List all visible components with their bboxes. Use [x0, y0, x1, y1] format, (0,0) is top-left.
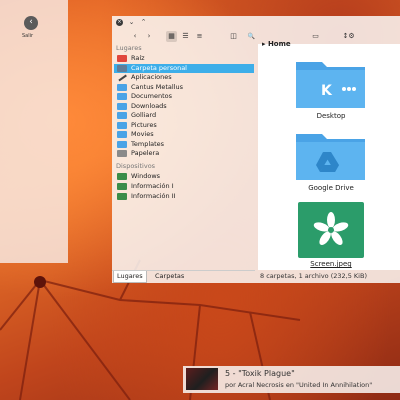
file-name: Desktop — [316, 112, 346, 120]
sidebar-item-root[interactable]: Raíz — [114, 54, 254, 63]
drive-icon — [117, 173, 127, 180]
sidebar-item-label: Papelera — [131, 149, 160, 157]
sidebar-item-pictures[interactable]: Pictures — [114, 121, 254, 130]
sidebar-item-label: Carpeta personal — [131, 63, 187, 72]
sidebar-item-label: Documentos — [131, 92, 173, 100]
tab-carpetas[interactable]: Carpetas — [152, 271, 187, 282]
sidebar-item-windows[interactable]: Windows — [114, 172, 254, 181]
icons-view-icon[interactable]: ▦ — [166, 31, 177, 42]
media-notification[interactable]: 5 - "Toxik Plague" por Acral Necrosis en… — [183, 366, 400, 393]
devices-section-title: Dispositivos — [116, 162, 156, 170]
folder-icon — [117, 131, 127, 138]
sidebar-item-templates[interactable]: Templates — [114, 140, 254, 149]
file-item-desktop[interactable]: K Desktop — [266, 58, 396, 128]
close-icon[interactable]: × — [116, 19, 123, 26]
file-name: Screen.jpeg — [310, 260, 352, 268]
album-art — [186, 368, 218, 390]
sidebar-item-informacion-i[interactable]: Información I — [114, 182, 254, 191]
file-item-google-drive[interactable]: Google Drive — [266, 130, 396, 200]
home-folder-icon — [117, 64, 127, 72]
applications-icon — [117, 74, 127, 81]
google-drive-folder-icon — [296, 134, 365, 180]
split-view-icon[interactable]: ◫ — [228, 31, 239, 42]
sidebar-tabs: Lugares Carpetas — [112, 270, 255, 283]
sidebar-item-applications[interactable]: Aplicaciones — [114, 73, 254, 82]
places-section-title: Lugares — [116, 44, 142, 52]
file-name: Google Drive — [308, 184, 354, 192]
search-icon[interactable]: 🔍 — [246, 31, 257, 42]
folder-icon — [117, 121, 127, 129]
drive-icon — [117, 183, 127, 190]
track-artist: por Acral Necrosis en "United In Annihil… — [225, 381, 373, 389]
sidebar-item-label: Golliard — [131, 111, 157, 119]
folder-icon — [117, 93, 127, 100]
compact-view-icon[interactable]: ☰ — [180, 31, 191, 42]
svg-text:K: K — [321, 83, 333, 99]
sidebar-item-home[interactable]: Carpeta personal — [114, 63, 254, 73]
minimize-icon[interactable]: ⌄ — [128, 19, 135, 26]
sidebar-item-movies[interactable]: Movies — [114, 130, 254, 139]
status-bar: 8 carpetas, 1 archivo (232,5 KiB) — [260, 272, 367, 280]
sidebar-item-label: Windows — [131, 172, 161, 180]
sidebar-item-label: Aplicaciones — [131, 73, 172, 81]
sidebar-item-label: Templates — [131, 139, 165, 148]
file-manager-window: × ⌄ ⌃ ‹ › ▦ ☰ ≡ ◫ 🔍 ▭ ↕ ⚙ Lugares Raíz C… — [112, 16, 400, 283]
trash-icon — [117, 150, 127, 157]
sidebar-item-label: Cantus Metallus — [131, 82, 184, 91]
breadcrumb-home[interactable]: Home — [268, 40, 291, 48]
root-folder-icon — [117, 55, 127, 62]
details-view-icon[interactable]: ≡ — [194, 31, 205, 42]
image-file-icon — [298, 202, 364, 258]
settings-icon[interactable]: ⚙ — [346, 31, 357, 42]
sidebar-item-label: Pictures — [131, 120, 157, 129]
sidebar-item-label: Raíz — [131, 54, 145, 62]
forward-icon[interactable]: › — [144, 31, 154, 42]
file-item-screen-jpeg[interactable]: Screen.jpeg — [266, 202, 396, 272]
sidebar-item-downloads[interactable]: Downloads — [114, 102, 254, 111]
maximize-icon[interactable]: ⌃ — [140, 19, 147, 26]
places-sidebar: Lugares Raíz Carpeta personal Aplicacion… — [112, 44, 255, 270]
kde-folder-icon: K — [296, 62, 365, 108]
folder-icon — [117, 140, 127, 148]
toolbar: ‹ › ▦ ☰ ≡ ◫ 🔍 ▭ ↕ ⚙ — [112, 30, 400, 44]
back-arrow-icon[interactable]: ‹ — [24, 16, 38, 30]
sidebar-item-golliard[interactable]: Golliard — [114, 111, 254, 120]
folder-icon — [117, 102, 127, 110]
back-icon[interactable]: ‹ — [130, 31, 140, 42]
logout-panel: ‹ Salir — [0, 0, 68, 263]
folder-icon — [117, 112, 127, 119]
sidebar-item-cantus-metallus[interactable]: Cantus Metallus — [114, 83, 254, 92]
folder-icon — [117, 83, 127, 91]
sidebar-item-label: Downloads — [131, 101, 167, 110]
drive-icon — [117, 193, 127, 200]
logout-label: Salir — [22, 33, 34, 39]
tab-lugares[interactable]: Lugares — [113, 271, 147, 283]
preview-icon[interactable]: ▭ — [310, 31, 321, 42]
sidebar-item-label: Información II — [131, 192, 176, 200]
sidebar-item-informacion-ii[interactable]: Información II — [114, 192, 254, 201]
track-title: 5 - "Toxik Plague" — [225, 369, 295, 378]
breadcrumb[interactable]: ▸ Home — [262, 40, 291, 48]
file-view: ▸ Home K Desktop Google Drive Screen.jpe… — [258, 40, 400, 272]
titlebar: × ⌄ ⌃ — [112, 16, 400, 29]
sidebar-item-label: Movies — [131, 130, 154, 138]
sidebar-item-label: Información I — [131, 182, 174, 190]
sidebar-item-documentos[interactable]: Documentos — [114, 92, 254, 101]
sidebar-item-trash[interactable]: Papelera — [114, 149, 254, 158]
